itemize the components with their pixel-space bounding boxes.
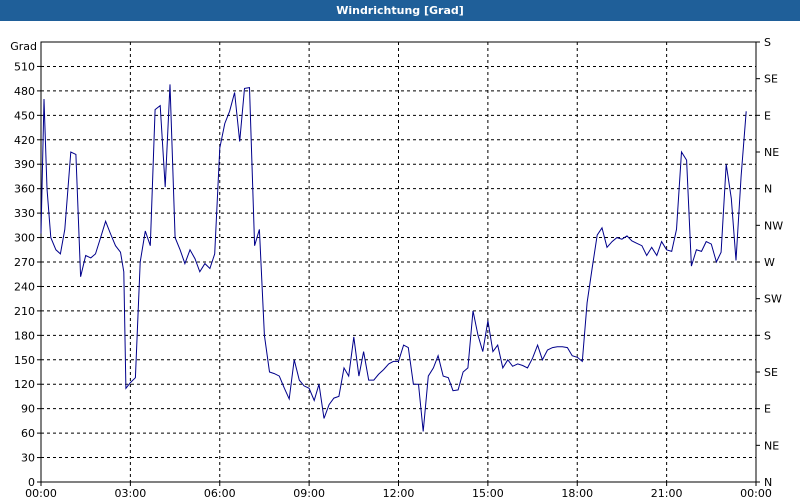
x-tick-time: 00:00 [25,487,57,500]
right-axis-ticks: NNEESESSWWNWNNEESES [756,36,783,489]
right-tick-label: SE [764,73,778,86]
y-tick-label: 300 [14,232,35,245]
right-tick-label: NE [764,146,779,159]
window-title: Windrichtung [Grad] [0,0,800,21]
x-tick-time: 21:00 [651,487,683,500]
right-tick-label: NW [764,219,783,232]
right-tick-label: N [764,183,772,196]
x-tick-time: 00:00 [740,487,772,500]
y-tick-label: 210 [14,305,35,318]
right-tick-label: SW [764,293,782,306]
y-tick-label: 510 [14,60,35,73]
right-tick-label: S [764,36,771,49]
y-tick-label: 420 [14,134,35,147]
y-axis-ticks: 0306090120150180210240270300330360390420… [14,60,41,489]
y-tick-label: 240 [14,280,35,293]
y-tick-label: 270 [14,256,35,269]
y-tick-label: 150 [14,354,35,367]
right-tick-label: E [764,403,771,416]
right-tick-label: NE [764,439,779,452]
y-tick-label: 480 [14,85,35,98]
y-tick-label: 90 [21,403,35,416]
x-axis-ticks: 00:0018.04.1803:0018.04.1806:0018.04.180… [25,482,772,500]
y-tick-label: 360 [14,183,35,196]
x-tick-time: 18:00 [561,487,593,500]
y-tick-label: 390 [14,158,35,171]
right-tick-label: E [764,109,771,122]
y-tick-label: 450 [14,109,35,122]
x-tick-time: 03:00 [115,487,147,500]
right-tick-label: SE [764,366,778,379]
x-tick-time: 09:00 [293,487,325,500]
y-axis-label: Grad [10,40,37,53]
right-tick-label: W [764,256,775,269]
right-tick-label: S [764,329,771,342]
wind-direction-chart: 0306090120150180210240270300330360390420… [10,36,783,500]
y-tick-label: 60 [21,427,35,440]
x-tick-time: 12:00 [383,487,415,500]
y-tick-label: 30 [21,452,35,465]
y-tick-label: 180 [14,329,35,342]
y-tick-label: 120 [14,378,35,391]
y-tick-label: 330 [14,207,35,220]
x-tick-time: 15:00 [472,487,504,500]
x-tick-time: 06:00 [204,487,236,500]
